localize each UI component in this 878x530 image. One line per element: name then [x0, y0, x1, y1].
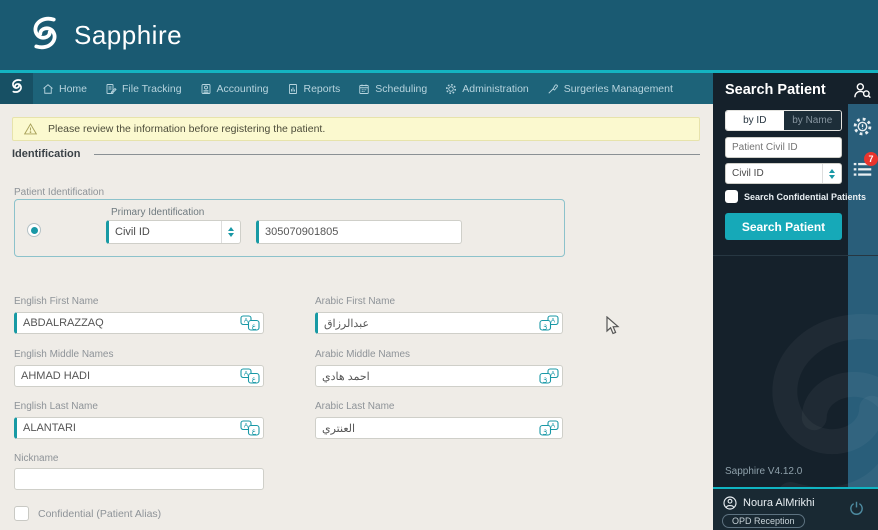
warning-text: Please review the information before reg…: [48, 123, 326, 135]
nav-item-reports[interactable]: Reports: [278, 73, 350, 104]
nav-item-file-tracking[interactable]: File Tracking: [96, 73, 191, 104]
arabic-last-name-label: Arabic Last Name: [315, 401, 395, 412]
primary-id-type-select[interactable]: Civil ID: [106, 220, 241, 244]
administration-icon: [446, 83, 457, 94]
patient-search-icon[interactable]: [851, 81, 873, 106]
section-divider: [94, 153, 700, 155]
confidential-alias-checkbox[interactable]: [14, 506, 29, 521]
nav-item-surgeries-management[interactable]: Surgeries Management: [538, 73, 682, 104]
app-header: Sapphire: [0, 0, 878, 70]
reports-icon: [288, 83, 297, 94]
confidential-alias-label: Confidential (Patient Alias): [38, 508, 162, 520]
nav-item-accounting[interactable]: Accounting: [191, 73, 278, 104]
user-name: Noura AlMrikhi: [743, 497, 815, 509]
app-window: Sapphire Home File Tracking Accounting R…: [0, 0, 878, 530]
user-bar: Noura AlMrikhi OPD Reception: [713, 487, 878, 530]
review-warning-banner: Please review the information before reg…: [12, 117, 700, 141]
app-title: Sapphire: [74, 19, 183, 50]
radio-selected-dot: [30, 226, 38, 234]
search-confidential-row: Search Confidential Patients: [725, 190, 866, 203]
queue-count-badge: 7: [864, 152, 878, 166]
arabic-middle-names-input[interactable]: [315, 365, 563, 387]
arabic-middle-names-label: Arabic Middle Names: [315, 349, 411, 360]
search-patient-button[interactable]: Search Patient: [725, 213, 842, 240]
sapphire-logo-icon: [26, 14, 64, 57]
nickname-label: Nickname: [14, 453, 59, 464]
queue-list-icon[interactable]: 7: [852, 152, 878, 185]
nav-item-scheduling[interactable]: Scheduling: [349, 73, 436, 104]
nav-item-home[interactable]: Home: [33, 73, 96, 104]
file-tracking-icon: [106, 83, 117, 94]
navbar-logo-button[interactable]: [0, 73, 33, 104]
search-confidential-checkbox[interactable]: [725, 190, 738, 203]
nav-item-administration[interactable]: Administration: [436, 73, 538, 104]
nav-items: Home File Tracking Accounting Reports Sc…: [33, 73, 682, 104]
user-circle-icon: [722, 495, 738, 516]
primary-identification-legend: Primary Identification: [111, 207, 205, 218]
accounting-icon: [201, 83, 210, 94]
primary-id-number-input[interactable]: [256, 220, 462, 244]
search-patient-sidebar: Search Patient by ID by Name Civil ID Se…: [713, 73, 878, 530]
english-middle-names-input[interactable]: [14, 365, 264, 387]
tab-by-id[interactable]: by ID: [726, 111, 784, 130]
search-mode-toggle: by ID by Name: [725, 110, 842, 131]
app-version-label: Sapphire V4.12.0: [725, 466, 803, 477]
patient-identification-label: Patient Identification: [14, 187, 105, 198]
arabic-last-name-input[interactable]: [315, 417, 563, 439]
arabic-first-name-input[interactable]: [315, 312, 563, 334]
english-last-name-input[interactable]: [14, 417, 264, 439]
select-spinner-icon[interactable]: [221, 221, 240, 243]
surgeries-icon: [548, 83, 558, 94]
sapphire-mini-logo-icon: [9, 78, 25, 99]
english-middle-names-label: English Middle Names: [14, 349, 114, 360]
sidebar-id-type-value: Civil ID: [732, 168, 764, 179]
tab-by-name[interactable]: by Name: [783, 111, 841, 130]
search-patient-title: Search Patient: [725, 82, 826, 98]
settings-alert-icon[interactable]: [852, 116, 873, 142]
user-role-badge: OPD Reception: [722, 514, 805, 528]
english-first-name-input[interactable]: [14, 312, 264, 334]
primary-id-type-value: Civil ID: [115, 226, 150, 238]
home-icon: [43, 83, 53, 94]
main-content: Please review the information before reg…: [0, 104, 713, 530]
primary-identification-group: Primary Identification Civil ID: [14, 199, 565, 257]
identification-section-header: Identification: [12, 148, 700, 160]
strip-overlay: 7: [848, 104, 878, 487]
english-last-name-label: English Last Name: [14, 401, 98, 412]
logout-power-icon[interactable]: [848, 500, 865, 522]
nickname-input[interactable]: [14, 468, 264, 490]
section-title: Identification: [12, 148, 81, 160]
sidebar-id-type-select[interactable]: Civil ID: [725, 163, 842, 184]
arabic-first-name-label: Arabic First Name: [315, 296, 396, 307]
select-spinner-icon[interactable]: [822, 164, 841, 183]
primary-id-radio[interactable]: [27, 223, 41, 237]
scheduling-icon: [359, 84, 369, 94]
english-first-name-label: English First Name: [14, 296, 99, 307]
patient-civil-id-input[interactable]: [725, 137, 842, 158]
main-navbar: Home File Tracking Accounting Reports Sc…: [0, 73, 713, 104]
warning-icon: [23, 123, 38, 135]
